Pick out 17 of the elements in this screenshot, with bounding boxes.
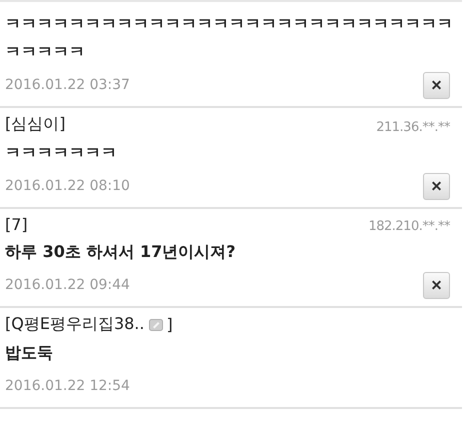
comment-date: 2016.01.22 03:37 xyxy=(5,77,130,93)
comment-text: 하루 30초 하셔서 17년이시져? xyxy=(5,241,237,263)
author-name: [심심이] xyxy=(5,114,66,135)
comment-text: 밥도둑 xyxy=(5,342,54,364)
author-bracket: ] xyxy=(166,315,173,334)
comment-date: 2016.01.22 09:44 xyxy=(5,277,130,293)
comment-date: 2016.01.22 08:10 xyxy=(5,178,130,194)
delete-button[interactable]: × xyxy=(423,172,450,200)
ip-address: 182.210.**.** xyxy=(368,219,450,234)
comment-text: ㅋㅋㅋㅋㅋㅋㅋ xyxy=(5,142,118,164)
comment-date: 2016.01.22 12:54 xyxy=(5,378,130,394)
delete-button[interactable]: × xyxy=(423,272,450,298)
author-name: [Q평E평우리집38.. xyxy=(5,314,144,335)
delete-button[interactable]: × xyxy=(423,72,450,98)
comment-text: ㅋㅋㅋㅋㅋㅋㅋㅋㅋㅋㅋㅋㅋㅋㅋㅋㅋㅋㅋㅋㅋㅋㅋㅋㅋㅋㅋㅋㅋㅋㅋㅋㅋ xyxy=(5,13,454,63)
ip-address: 211.36.**.** xyxy=(376,120,450,135)
author-name: [7] xyxy=(5,215,28,234)
